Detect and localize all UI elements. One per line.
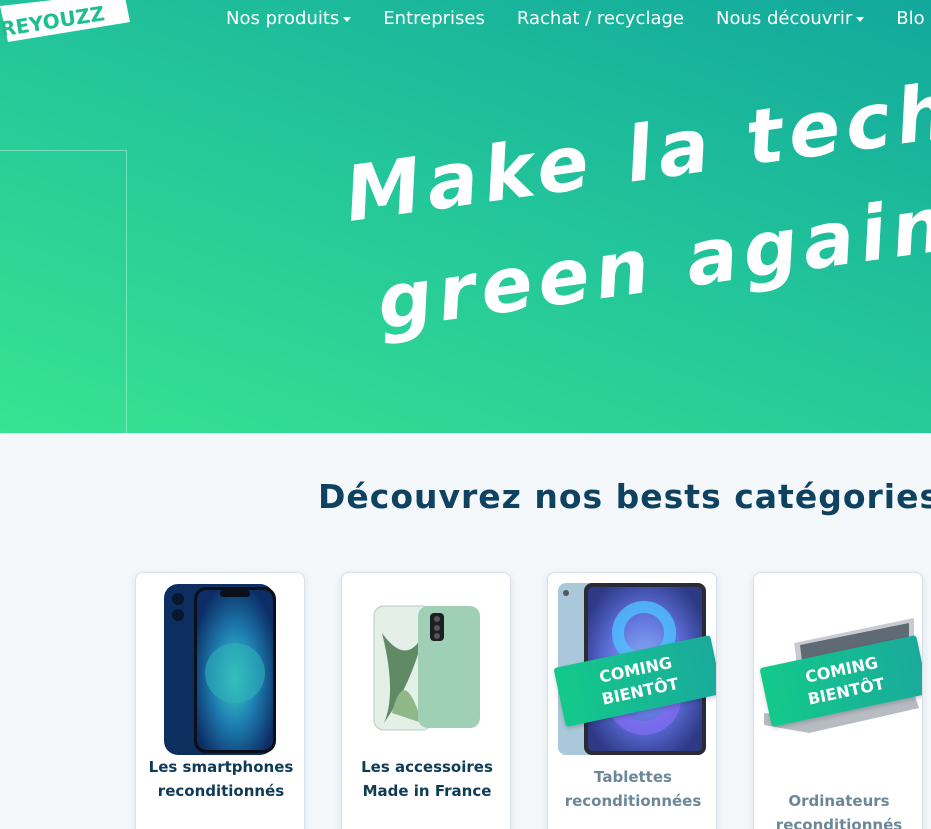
nav-item-entreprises[interactable]: Entreprises [383, 8, 485, 29]
main-nav: Nos produits Entreprises Rachat / recycl… [226, 8, 931, 29]
nav-item-label: Blo [896, 8, 925, 29]
reyouzz-logo[interactable]: REYOUZZ [0, 0, 132, 46]
nav-item-rachat-recyclage[interactable]: Rachat / recyclage [517, 8, 684, 29]
category-card-accessoires[interactable]: Les accessoires Made in France [341, 572, 511, 829]
nav-item-label: Nous découvrir [715, 8, 853, 29]
phone-case-image [373, 605, 480, 731]
nav-item-blog[interactable]: Blo [896, 8, 924, 29]
section-title: Découvrez nos bests catégories [318, 477, 931, 516]
category-card-smartphones[interactable]: Les smartphones reconditionnés [135, 572, 305, 829]
caret-down-icon [856, 17, 865, 22]
hero-image-frame [0, 150, 127, 433]
hero-banner: REYOUZZ Nos produits Entreprises Rachat … [0, 0, 931, 433]
nav-item-nous-decouvrir[interactable]: Nous découvrir [715, 8, 865, 29]
category-label: Tablettes reconditionnées [564, 768, 702, 810]
nav-item-nos-produits[interactable]: Nos produits [226, 8, 352, 29]
category-label: Les smartphones reconditionnés [148, 758, 294, 800]
smartphone-image [164, 584, 276, 755]
category-card-tablettes[interactable]: COMING BIENTÔT Tablettes reconditionnées [547, 572, 717, 829]
category-card-ordinateurs[interactable]: COMING BIENTÔT Ordinateurs reconditionné… [753, 572, 923, 829]
nav-item-label: Nos produits [226, 8, 340, 29]
category-label: Ordinateurs reconditionnés [775, 792, 903, 829]
nav-item-label: Entreprises [383, 8, 485, 29]
caret-down-icon [343, 17, 352, 22]
category-label: Les accessoires Made in France [361, 758, 493, 800]
nav-item-label: Rachat / recyclage [516, 8, 684, 29]
